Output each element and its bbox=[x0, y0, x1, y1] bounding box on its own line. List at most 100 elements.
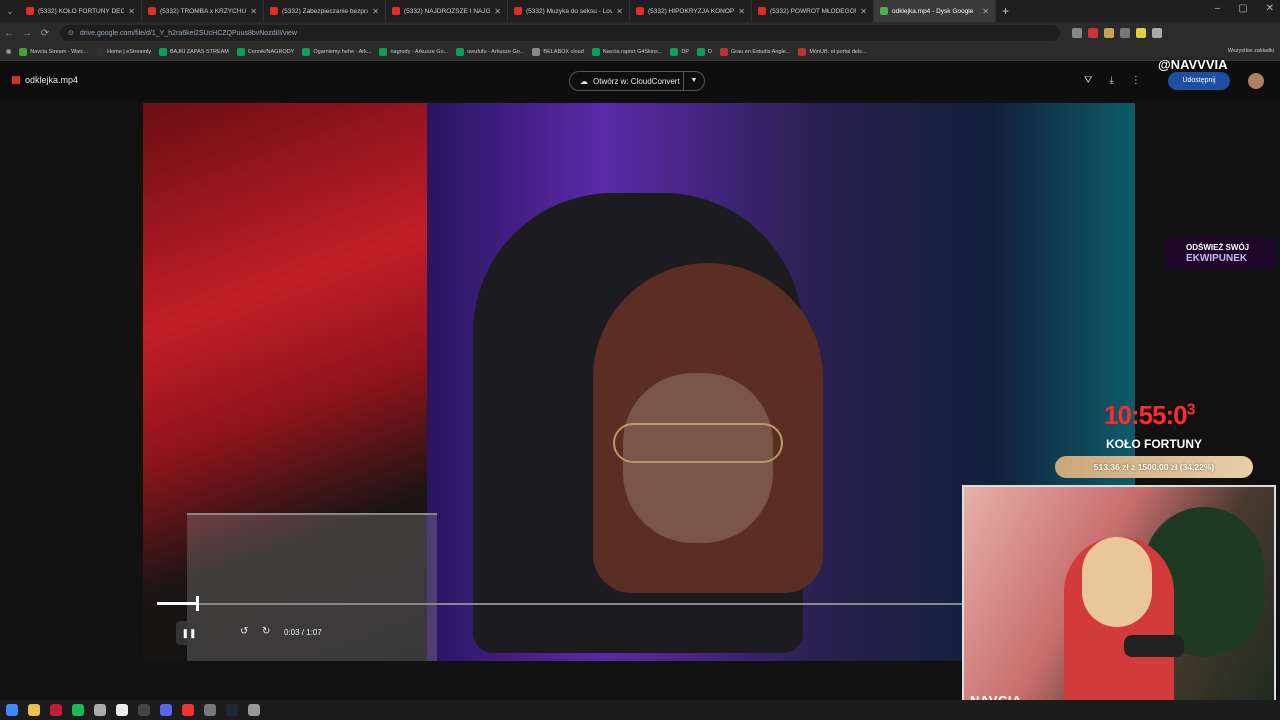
bookmark-item[interactable]: Navcia raport G4Skins... bbox=[591, 48, 662, 56]
rewind-icon[interactable]: ↺ bbox=[240, 626, 248, 637]
extensions bbox=[1072, 28, 1162, 38]
viewer-actions: ⛛ ⤓ ⋮ bbox=[1084, 75, 1141, 86]
bookmark-item[interactable]: BAJKI ZAPAS STREAM bbox=[159, 48, 229, 56]
banner-line: ODŚWIEŻ SWÓJ bbox=[1186, 243, 1250, 252]
extension-icon[interactable] bbox=[1120, 28, 1130, 38]
bookmark-item[interactable]: BELABOX cloud bbox=[532, 48, 584, 56]
browser-tab[interactable]: (5332) TROMBA x KRZYCHU - ŁEB✕ bbox=[142, 0, 264, 22]
progress-scrubber[interactable] bbox=[196, 596, 200, 611]
browser-tab[interactable]: (5332) KOŁO FORTUNY DECYDUJE✕ bbox=[20, 0, 142, 22]
browser-tab[interactable]: (5332) HIPOKRYZJA KONOPA I RE✕ bbox=[630, 0, 752, 22]
bookmark-icon bbox=[532, 48, 541, 56]
bookmark-icon bbox=[19, 48, 28, 56]
close-tab-icon[interactable]: ✕ bbox=[128, 7, 135, 16]
obs-icon[interactable] bbox=[204, 704, 216, 716]
start-icon[interactable] bbox=[6, 704, 18, 716]
bookmark-item[interactable]: Navcia Stream - Watc... bbox=[19, 48, 88, 56]
extension-icon[interactable] bbox=[1136, 28, 1146, 38]
video-file-icon bbox=[12, 76, 20, 84]
bookmark-item[interactable]: Ogarniemy hehe - Ark... bbox=[302, 48, 371, 56]
close-tab-icon[interactable]: ✕ bbox=[738, 7, 745, 16]
close-tab-icon[interactable]: ✕ bbox=[494, 7, 501, 16]
bookmark-icon bbox=[379, 48, 388, 56]
chrome-icon[interactable] bbox=[94, 704, 106, 716]
close-tab-icon[interactable]: ✕ bbox=[616, 7, 623, 16]
youtube-icon bbox=[270, 7, 278, 15]
tab-search-icon[interactable]: ⌄ bbox=[0, 6, 20, 17]
bookmark-item[interactable]: nagrody - Arkusze Go... bbox=[379, 48, 448, 56]
steam-icon[interactable] bbox=[226, 704, 238, 716]
bookmark-item[interactable]: D bbox=[697, 48, 712, 56]
new-tab-icon[interactable]: + bbox=[1002, 4, 1009, 18]
all-bookmarks-link[interactable]: Wszystkie zakładki bbox=[1228, 48, 1274, 54]
clock-text: 10:55:0 bbox=[1104, 400, 1188, 430]
tiktok-handle: @NAVVVIA bbox=[1158, 57, 1228, 72]
youtube-icon bbox=[636, 7, 644, 15]
notion-icon[interactable] bbox=[116, 704, 128, 716]
extensions-puzzle-icon[interactable] bbox=[1152, 28, 1162, 38]
app-icon[interactable] bbox=[182, 704, 194, 716]
browser-tab[interactable]: (5332) Muzyka do seksu - Love m✕ bbox=[508, 0, 630, 22]
app-icon[interactable] bbox=[248, 704, 260, 716]
stream-clock: 10:55:03 bbox=[1104, 400, 1196, 431]
browser-tab[interactable]: (5332) NAJDROŻSZE I NAJGORSZE✕ bbox=[386, 0, 508, 22]
close-tab-icon[interactable]: ✕ bbox=[250, 7, 257, 16]
apps-grid-icon[interactable]: ▦ bbox=[6, 49, 11, 55]
discord-icon[interactable] bbox=[160, 704, 172, 716]
file-explorer-icon[interactable] bbox=[28, 704, 40, 716]
address-toolbar: ← → ⟳ ⊙ drive.google.com/file/d/1_Y_h2ra… bbox=[0, 22, 1280, 44]
minimize-icon[interactable]: – bbox=[1215, 3, 1221, 14]
bookmark-item[interactable]: uwufufu - Arkusze Go... bbox=[456, 48, 524, 56]
close-window-icon[interactable]: ✕ bbox=[1266, 3, 1274, 14]
bookmark-item[interactable]: MónUB: el portal dels... bbox=[798, 48, 867, 56]
opera-icon[interactable] bbox=[50, 704, 62, 716]
pause-button[interactable]: ❚❚ bbox=[176, 621, 202, 645]
download-icon[interactable]: ⤓ bbox=[1109, 75, 1113, 86]
bookmark-star-icon[interactable] bbox=[1072, 28, 1082, 38]
site-info-icon[interactable]: ⊙ bbox=[68, 29, 74, 37]
cloud-icon: ☁ bbox=[580, 76, 588, 86]
add-shortcut-icon[interactable]: ⛛ bbox=[1084, 75, 1092, 86]
donation-goal-bar: 513,36 zł z 1500,00 zł (34,22%) bbox=[1055, 456, 1253, 478]
back-icon[interactable]: ← bbox=[0, 28, 18, 39]
glass-cup bbox=[187, 513, 437, 661]
browser-tab[interactable]: (5332) Zabezpieczanie bezprawia✕ bbox=[264, 0, 386, 22]
url-text: drive.google.com/file/d/1_Y_h2ra6kei2SUc… bbox=[79, 29, 297, 37]
close-tab-icon[interactable]: ✕ bbox=[860, 7, 867, 16]
forward-icon[interactable]: → bbox=[18, 28, 36, 39]
bookmark-item[interactable]: Grau en Estudis Angle... bbox=[720, 48, 790, 56]
spotify-icon[interactable] bbox=[72, 704, 84, 716]
bookmark-icon bbox=[236, 48, 245, 56]
youtube-icon bbox=[148, 7, 156, 15]
terminal-icon[interactable] bbox=[138, 704, 150, 716]
more-options-icon[interactable]: ⋮ bbox=[1131, 75, 1141, 86]
extension-icon[interactable] bbox=[1104, 28, 1114, 38]
wheel-title: KOŁO FORTUNY bbox=[1106, 437, 1202, 451]
bookmark-icon bbox=[456, 48, 465, 56]
extension-icon[interactable] bbox=[1088, 28, 1098, 38]
fast-forward-icon[interactable]: ↻ bbox=[262, 626, 270, 637]
clock-sup: 3 bbox=[1186, 401, 1196, 419]
browser-tab-active[interactable]: odklejka.mp4 - Dysk Google ✕ bbox=[874, 0, 996, 22]
share-button[interactable]: Udostępnij bbox=[1168, 72, 1230, 90]
microphone bbox=[1124, 635, 1184, 657]
video-time: 0:03 / 1:07 bbox=[284, 628, 322, 637]
close-tab-icon[interactable]: ✕ bbox=[982, 7, 989, 16]
maximize-icon[interactable]: ▢ bbox=[1238, 3, 1247, 14]
youtube-icon bbox=[758, 7, 766, 15]
bookmark-icon bbox=[697, 48, 706, 56]
address-bar[interactable]: ⊙ drive.google.com/file/d/1_Y_h2ra6kei2S… bbox=[60, 25, 1060, 41]
bookmark-item[interactable]: Cennik/NAGRODY bbox=[236, 48, 294, 56]
progress-track[interactable] bbox=[157, 603, 962, 605]
close-tab-icon[interactable]: ✕ bbox=[372, 7, 379, 16]
bookmark-item[interactable]: Home | eStreamly bbox=[96, 48, 151, 56]
browser-tab[interactable]: (5332) POWRÓT MŁODEGO! RAN✕ bbox=[752, 0, 874, 22]
reload-icon[interactable]: ⟳ bbox=[36, 28, 54, 39]
bookmark-icon bbox=[302, 48, 311, 56]
open-with-button[interactable]: ☁ Otwórz w: CloudConvert ▼ bbox=[569, 71, 705, 91]
bookmark-icon bbox=[670, 48, 679, 56]
chevron-down-icon[interactable]: ▼ bbox=[683, 72, 704, 90]
bookmark-item[interactable]: DP bbox=[670, 48, 689, 56]
avatar[interactable] bbox=[1248, 73, 1264, 89]
drive-icon bbox=[880, 7, 888, 15]
